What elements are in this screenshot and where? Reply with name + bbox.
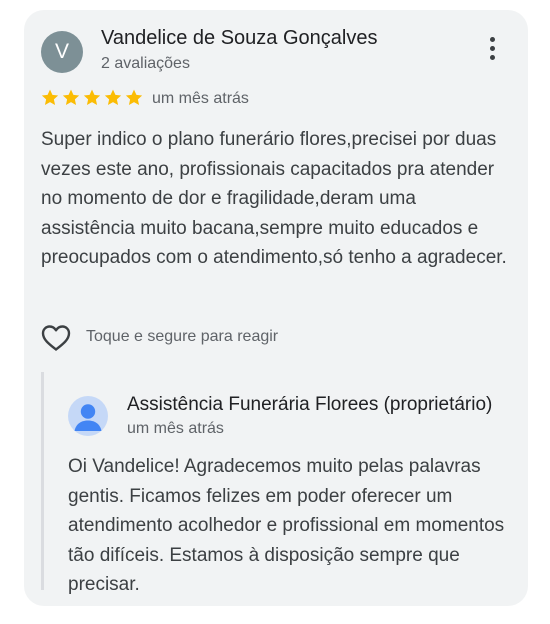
reviewer-avatar[interactable]: V bbox=[41, 31, 83, 73]
owner-avatar[interactable] bbox=[68, 396, 108, 436]
reviewer-review-count: 2 avaliações bbox=[101, 55, 190, 72]
reviewer-name[interactable]: Vandelice de Souza Gonçalves bbox=[101, 27, 377, 50]
star-icon bbox=[62, 89, 80, 105]
owner-reply: Assistência Funerária Florees (proprietá… bbox=[41, 372, 528, 595]
star-icon bbox=[41, 89, 59, 105]
review-card: V Vandelice de Souza Gonçalves 2 avaliaç… bbox=[24, 10, 528, 606]
star-icon bbox=[83, 89, 101, 105]
star-rating bbox=[40, 88, 144, 110]
review-text: Super indico o plano funerário flores,pr… bbox=[41, 129, 507, 268]
star-icon bbox=[104, 89, 122, 105]
owner-reply-time: um mês atrás bbox=[127, 420, 224, 437]
person-icon bbox=[74, 404, 102, 431]
owner-reply-text: Oi Vandelice! Agradecemos muito pelas pa… bbox=[68, 456, 505, 595]
more-options-icon[interactable] bbox=[480, 37, 504, 65]
heart-outline-icon[interactable] bbox=[40, 323, 72, 353]
react-hint[interactable]: Toque e segure para reagir bbox=[86, 328, 278, 346]
review-time: um mês atrás bbox=[152, 90, 249, 107]
owner-name: Assistência Funerária Florees (proprietá… bbox=[127, 394, 493, 415]
star-icon bbox=[125, 89, 143, 105]
